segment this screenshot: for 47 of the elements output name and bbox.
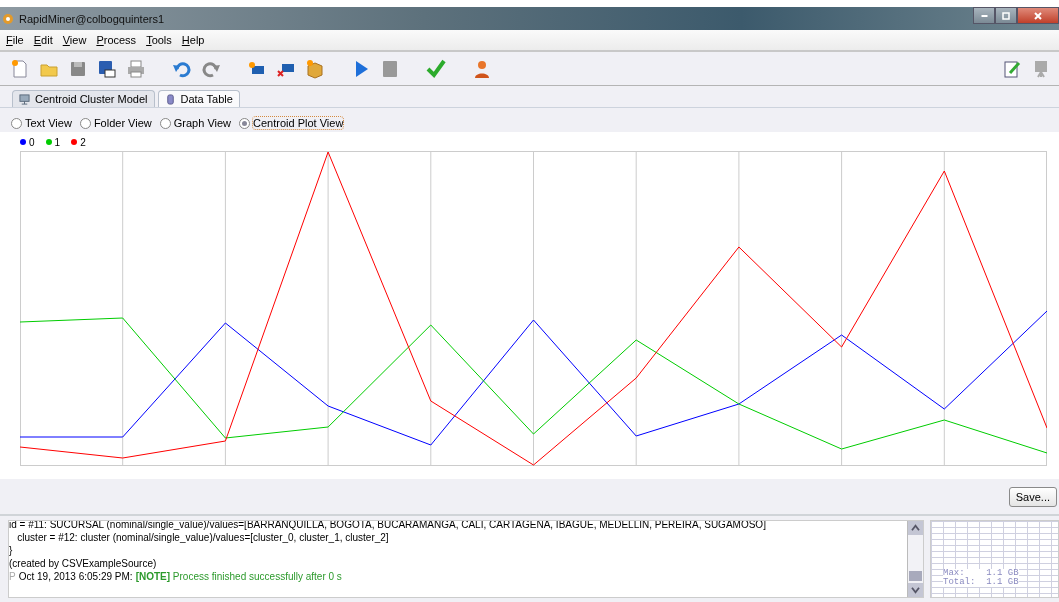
radio-button[interactable]: Graph View — [159, 117, 232, 129]
radio-button[interactable]: Text View — [11, 117, 72, 129]
tab[interactable]: Data Table — [157, 90, 240, 107]
scroll-up-icon[interactable] — [908, 521, 923, 535]
minimize-icon — [980, 14, 988, 17]
log-line: id = #11: SUCURSAL (nominal/single_value)/values=[BARRANQUILLA, BOGOTA, BUCARAMANGA, CALI, CARTAGENA, IBAGUE, MEDELLIN, PEREIRA, SUGAMOSO] — [9, 521, 767, 531]
monitor-icon — [19, 93, 30, 105]
app-icon — [2, 12, 14, 25]
scroll-down-icon[interactable] — [908, 583, 923, 597]
scrollbar[interactable] — [907, 521, 923, 597]
radio-button[interactable]: Folder View — [79, 117, 152, 129]
memory-total: Total: 1.1 GB — [943, 578, 1019, 587]
legend-label: 2 — [80, 136, 86, 148]
close-icon — [1033, 10, 1043, 21]
menu-item[interactable]: View — [60, 34, 89, 46]
scroll-thumb[interactable] — [909, 571, 922, 581]
log-line: } — [9, 544, 14, 557]
menu-item[interactable]: File — [4, 34, 26, 46]
menu-item[interactable]: Help — [179, 34, 207, 46]
memory-max: Max: 1.1 GB — [943, 569, 1019, 578]
menu-item[interactable]: Tools — [144, 34, 174, 46]
notepad-icon[interactable] — [1002, 58, 1022, 79]
save-button[interactable]: Save... — [1008, 486, 1057, 507]
maximize-button[interactable] — [995, 7, 1017, 24]
save-as-icon[interactable] — [97, 58, 117, 79]
radio-button[interactable]: Centroid Plot View — [239, 117, 344, 129]
log-message: [NOTE] Process finished successfully after 0 s — [135, 570, 342, 583]
close-button[interactable] — [1017, 7, 1059, 24]
new-file-icon[interactable] — [10, 58, 30, 79]
menu-item[interactable]: Edit — [31, 34, 55, 46]
log-time: Oct 19, 2013 6:05:29 PM: — [18, 570, 133, 583]
log-prefix: P — [9, 570, 16, 583]
legend-label: 0 — [29, 136, 35, 148]
database-icon — [164, 93, 176, 105]
maximize-icon — [1001, 10, 1011, 21]
user-icon[interactable] — [472, 58, 492, 79]
legend-label: 1 — [54, 136, 61, 148]
minimize-button[interactable] — [973, 7, 995, 24]
menu-item[interactable]: Process — [94, 34, 139, 46]
checkmark-icon[interactable] — [426, 58, 446, 79]
log-line: cluster = #12: cluster (nominal/single_value)/values=[cluster_0, cluster_1, cluster_2] — [16, 531, 390, 544]
box-icon[interactable] — [305, 58, 325, 79]
tab[interactable]: Centroid Cluster Model — [12, 90, 155, 107]
window-title: RapidMiner@colbogquinters1 — [19, 12, 165, 25]
log-line: (created by CSVExampleSource) — [9, 557, 158, 570]
printer-icon[interactable] — [126, 58, 146, 79]
stop-icon[interactable] — [380, 58, 400, 79]
